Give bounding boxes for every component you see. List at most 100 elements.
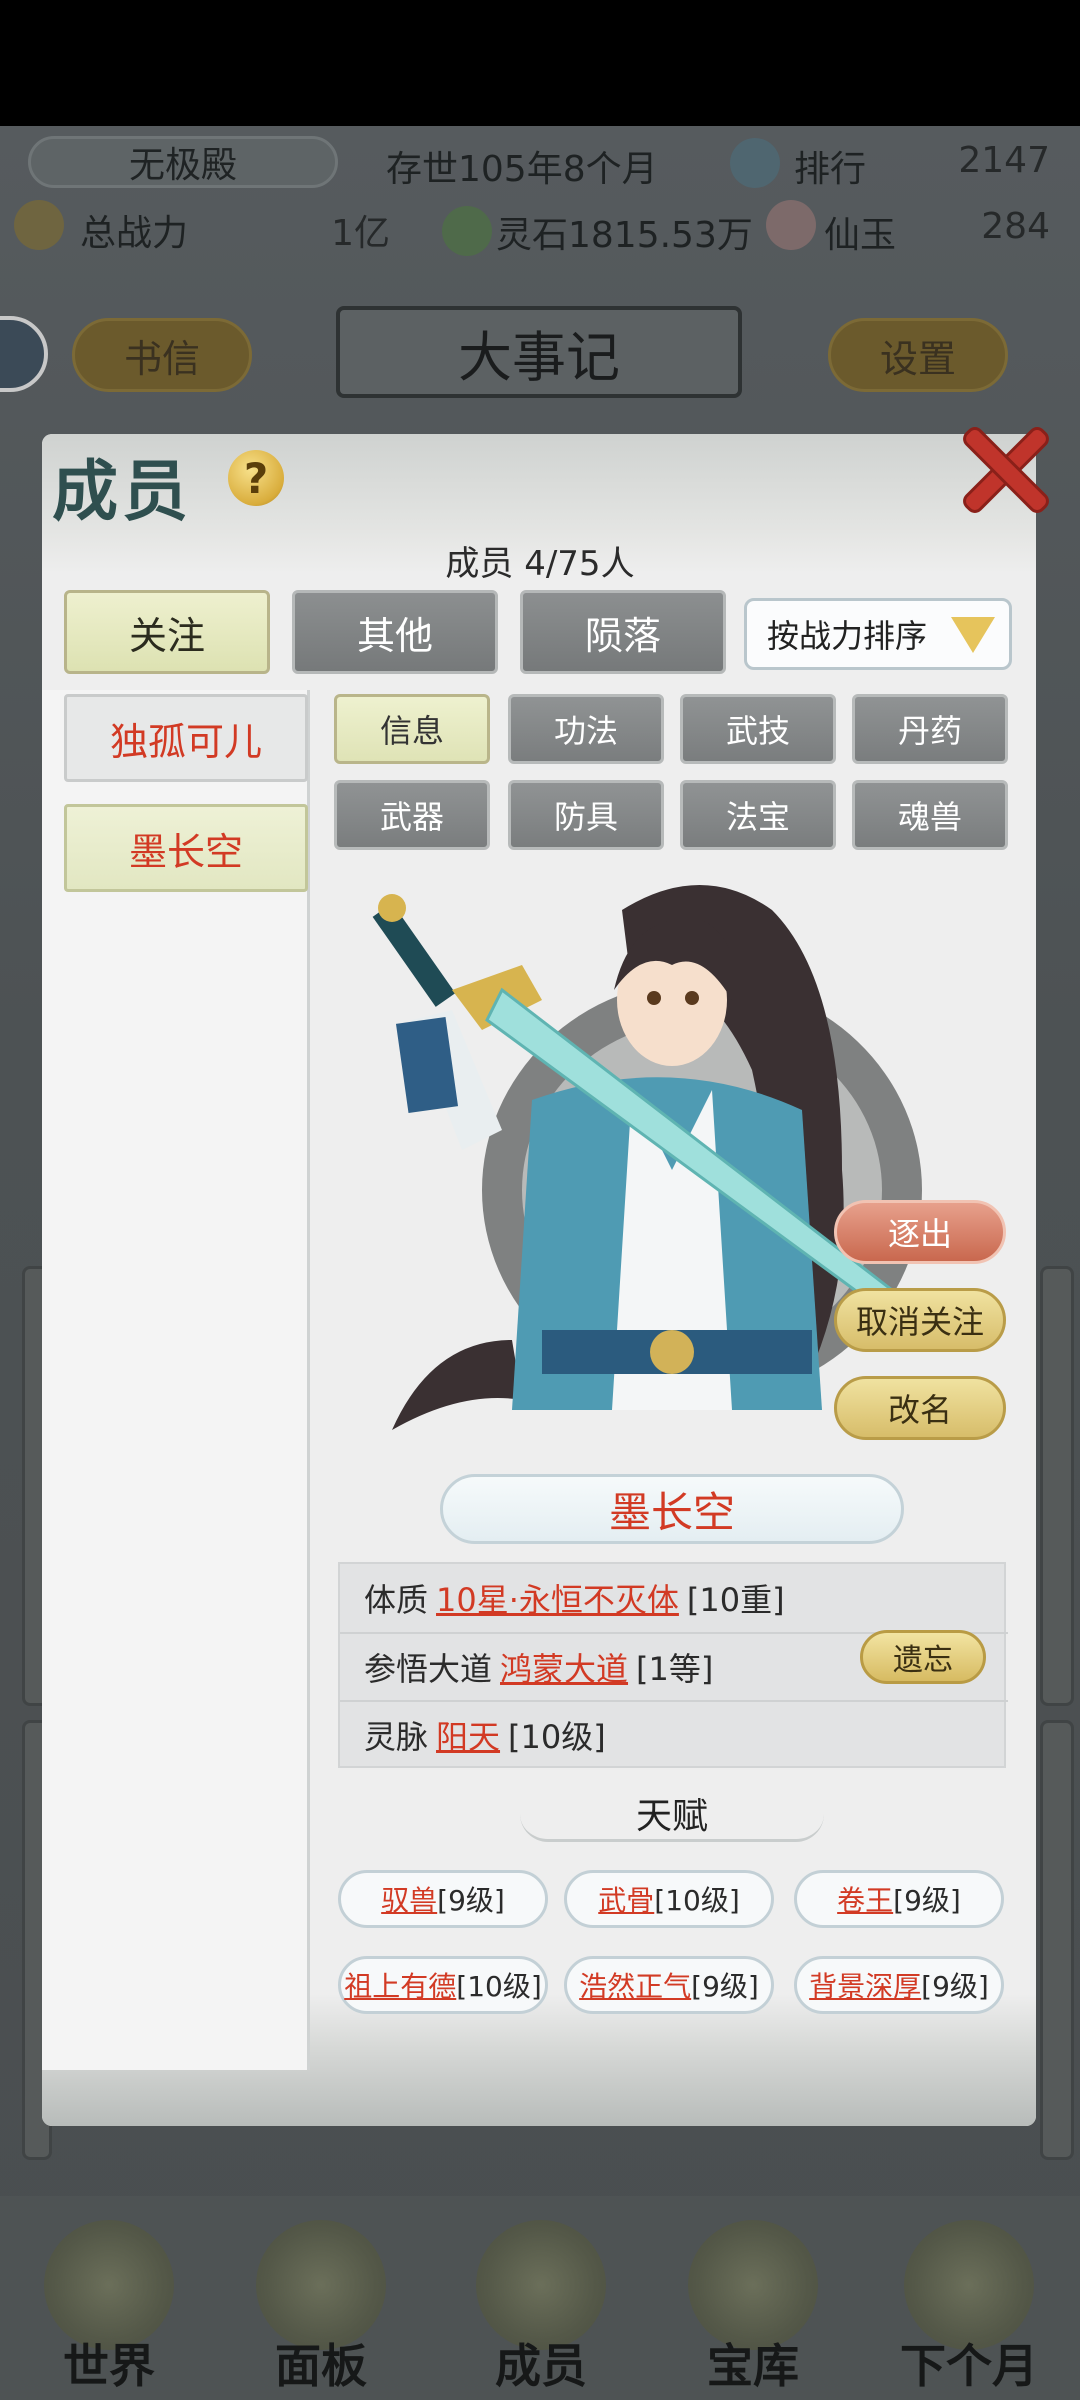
category-label: 丹药 (897, 712, 962, 750)
spirit-stone-value: 灵石1815.53万 (496, 215, 753, 256)
talent-name: 武骨 (598, 1884, 655, 1917)
talent-badge[interactable]: 祖上有德 [10级] (338, 1956, 548, 2014)
talent-name: 卷王 (837, 1884, 894, 1917)
category-techniques[interactable]: 功法 (508, 694, 664, 764)
letters-button-label: 书信 (123, 336, 200, 381)
letters-button[interactable]: 书信 (72, 318, 252, 392)
member-name: 独孤可儿 (109, 719, 262, 764)
settings-button[interactable]: 设置 (828, 318, 1008, 392)
sect-name: 无极殿 (128, 145, 237, 186)
talent-level: [9级] (691, 1970, 759, 2003)
category-label: 信息 (379, 712, 444, 750)
attr-level: [10级] (508, 1718, 606, 1756)
attr-value[interactable]: 阳天 (436, 1712, 500, 1758)
jade-icon (766, 200, 816, 250)
talent-name: 祖上有德 (344, 1970, 457, 2003)
talent-name: 驭兽 (381, 1884, 438, 1917)
category-treasures[interactable]: 法宝 (680, 780, 836, 850)
close-icon[interactable] (958, 424, 1048, 514)
character-name: 墨长空 (608, 1487, 735, 1537)
attr-value[interactable]: 10星·永恒不灭体 (436, 1575, 679, 1621)
spirit-stone-icon (442, 206, 492, 256)
talent-badge[interactable]: 驭兽 [9级] (338, 1870, 548, 1928)
member-name: 墨长空 (128, 829, 243, 874)
category-soul-beasts[interactable]: 魂兽 (852, 780, 1008, 850)
nav-next-month[interactable]: 下个月 (884, 2210, 1054, 2400)
category-label: 法宝 (725, 798, 790, 836)
dropdown-arrow-icon (951, 617, 995, 653)
nav-treasury[interactable]: 宝库 (668, 2210, 838, 2400)
tab-others-label: 其他 (356, 613, 433, 658)
character-eye (647, 991, 661, 1005)
talent-badge[interactable]: 浩然正气 [9级] (564, 1956, 774, 2014)
category-weapons[interactable]: 武器 (334, 780, 490, 850)
rename-button-label: 改名 (887, 1391, 952, 1429)
member-item-selected[interactable]: 墨长空 (64, 804, 308, 892)
tab-fallen-label: 陨落 (584, 613, 661, 658)
attr-row-constitution: 体质 10星·永恒不灭体 [10重] (340, 1564, 1008, 1632)
forget-button-label: 遗忘 (893, 1643, 953, 1678)
category-armor[interactable]: 防具 (508, 780, 664, 850)
event-log-title: 大事记 (336, 306, 742, 398)
power-label: 总战力 (80, 213, 189, 254)
bg-card (1040, 1266, 1074, 1706)
sect-name-pill: 无极殿 (28, 136, 338, 188)
rename-button[interactable]: 改名 (834, 1376, 1006, 1440)
attr-label: 灵脉 (364, 1718, 429, 1756)
rank-value: 2147 (958, 140, 1050, 181)
member-list (42, 690, 310, 2070)
talent-name: 浩然正气 (579, 1970, 692, 2003)
jade-label: 仙玉 (824, 215, 897, 256)
tab-others[interactable]: 其他 (292, 590, 498, 674)
talent-level: [9级] (921, 1970, 989, 2003)
sort-dropdown-label: 按战力排序 (767, 617, 928, 655)
tab-following[interactable]: 关注 (64, 590, 270, 674)
talent-level: [10级] (456, 1970, 542, 2003)
forget-button[interactable]: 遗忘 (860, 1630, 986, 1684)
expel-button[interactable]: 逐出 (834, 1200, 1006, 1264)
talent-section-title: 天赋 (520, 1786, 824, 1842)
character-hair-tail (392, 1340, 522, 1430)
belt-buckle (650, 1330, 694, 1374)
nav-world[interactable]: 世界 (24, 2210, 194, 2400)
category-martial-skills[interactable]: 武技 (680, 694, 836, 764)
rank-label: 排行 (794, 149, 867, 190)
bg-card (1040, 1720, 1074, 2160)
character-name-plate: 墨长空 (440, 1474, 904, 1544)
talent-name: 背景深厚 (809, 1970, 922, 2003)
unfollow-button[interactable]: 取消关注 (834, 1288, 1006, 1352)
unfollow-button-label: 取消关注 (855, 1303, 984, 1341)
talent-badge[interactable]: 卷王 [9级] (794, 1870, 1004, 1928)
nav-treasury-label: 宝库 (707, 2339, 799, 2393)
era-text: 存世105年8个月 (386, 149, 658, 190)
talent-level: [9级] (893, 1884, 961, 1917)
expel-button-label: 逐出 (887, 1215, 952, 1253)
nav-panel-label: 面板 (275, 2339, 367, 2393)
power-value: 1亿 (331, 213, 390, 254)
category-label: 功法 (553, 712, 618, 750)
nav-members[interactable]: 成员 (456, 2210, 626, 2400)
tab-following-label: 关注 (128, 613, 205, 658)
tab-fallen[interactable]: 陨落 (520, 590, 726, 674)
nav-next-month-label: 下个月 (900, 2339, 1038, 2393)
category-info[interactable]: 信息 (334, 694, 490, 764)
talent-badge[interactable]: 背景深厚 [9级] (794, 1956, 1004, 2014)
settings-button-label: 设置 (879, 336, 956, 381)
member-item[interactable]: 独孤可儿 (64, 694, 308, 782)
category-label: 防具 (553, 798, 618, 836)
category-pills[interactable]: 丹药 (852, 694, 1008, 764)
dialog-title: 成员 (52, 452, 192, 530)
talent-badge[interactable]: 武骨 [10级] (564, 1870, 774, 1928)
rank-icon (730, 138, 780, 188)
talent-level: [9级] (437, 1884, 505, 1917)
help-icon[interactable]: ? (228, 450, 284, 506)
attr-level: [10重] (686, 1581, 785, 1619)
attr-label: 体质 (364, 1581, 429, 1619)
sort-dropdown[interactable]: 按战力排序 (744, 598, 1012, 670)
nav-panel[interactable]: 面板 (236, 2210, 406, 2400)
event-log-title-text: 大事记 (458, 325, 620, 389)
character-eye (685, 991, 699, 1005)
status-bar (0, 0, 1080, 126)
power-icon (14, 200, 64, 250)
attr-value[interactable]: 鸿蒙大道 (500, 1644, 628, 1690)
